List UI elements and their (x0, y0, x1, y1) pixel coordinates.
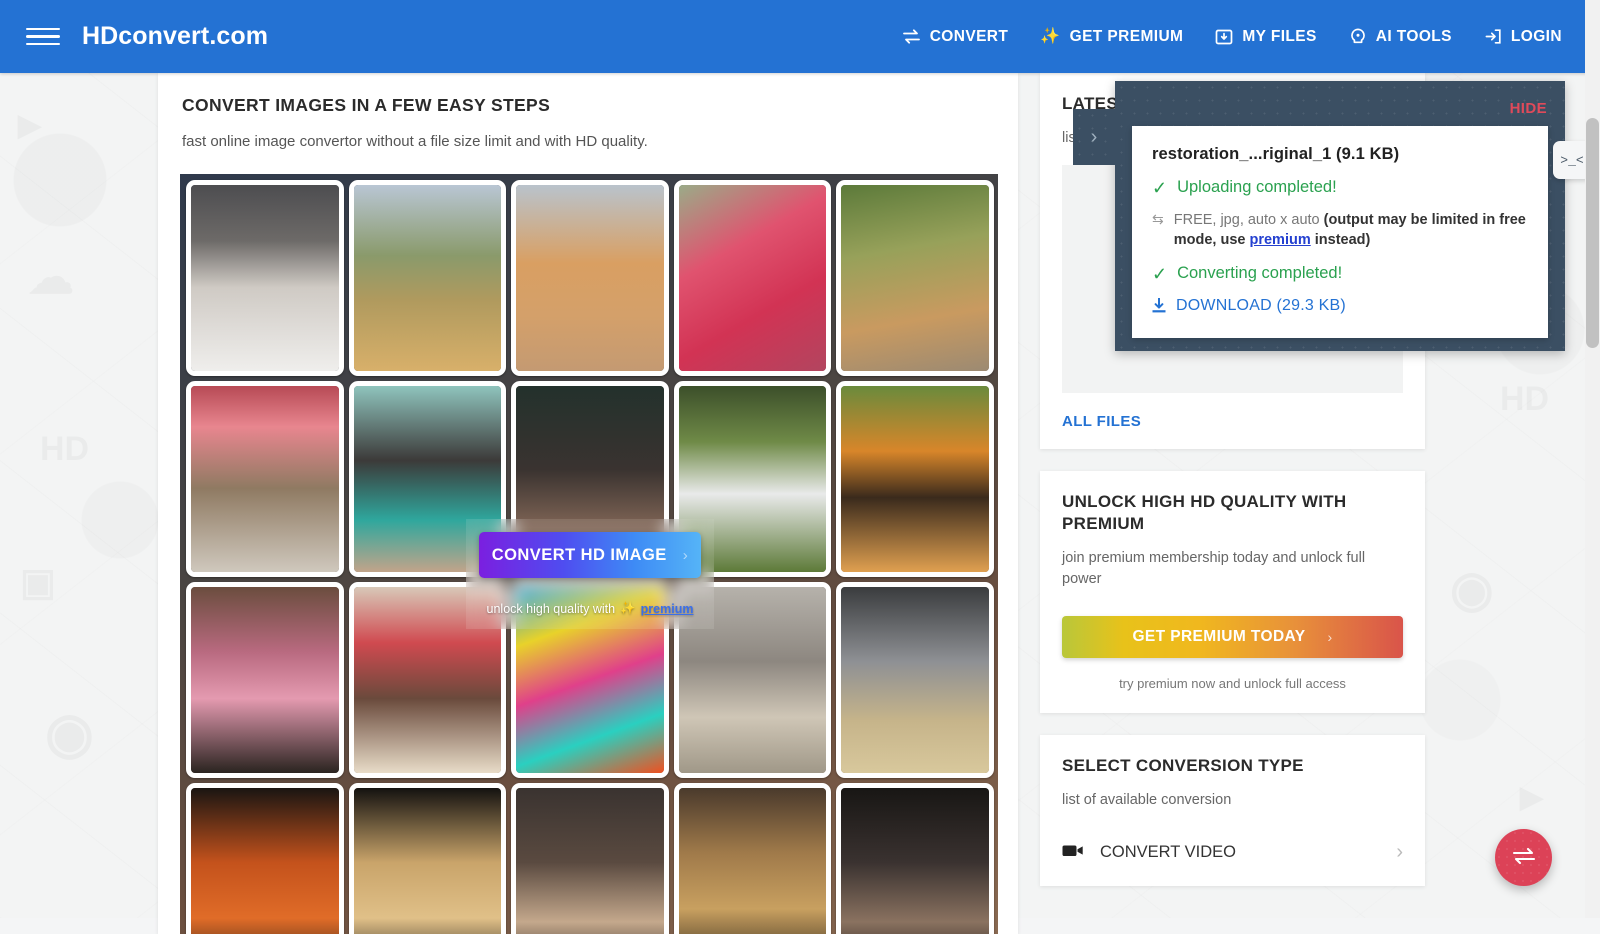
download-row[interactable]: DOWNLOAD (29.3 KB) (1152, 297, 1528, 318)
conversion-item-label: CONVERT VIDEO (1100, 843, 1380, 862)
conversion-type-title: SELECT CONVERSION TYPE (1062, 755, 1403, 777)
toast-detail-card: restoration_...riginal_1 (9.1 KB) ✓ Uplo… (1132, 126, 1548, 338)
convert-hd-image-label: CONVERT HD IMAGE (492, 546, 667, 565)
mosaic-photo[interactable] (674, 783, 832, 934)
video-camera-icon (1062, 843, 1084, 863)
mosaic-photo[interactable] (836, 582, 994, 778)
page-title: CONVERT IMAGES IN A FEW EASY STEPS (182, 95, 994, 116)
nav-login[interactable]: LOGIN (1468, 18, 1578, 56)
conversion-meta-text: FREE, jpg, auto x auto (output may be li… (1174, 211, 1528, 250)
chevron-right-icon: › (683, 547, 688, 564)
mosaic-photo[interactable] (186, 582, 344, 778)
upload-status-text: Uploading completed! (1177, 178, 1337, 197)
sparkle-icon: ✨ (1040, 29, 1060, 45)
conversion-type-desc: list of available conversion (1062, 790, 1403, 811)
mosaic-photo[interactable] (836, 783, 994, 934)
converted-filename: restoration_...riginal_1 (9.1 KB) (1152, 145, 1528, 164)
main-content-card: CONVERT IMAGES IN A FEW EASY STEPS fast … (158, 73, 1018, 934)
navigation-links: CONVERT ✨ GET PREMIUM MY FILES AI T (886, 18, 1578, 56)
premium-desc: join premium membership today and unlock… (1062, 548, 1403, 590)
conversion-meta-row: ⇆ FREE, jpg, auto x auto (output may be … (1152, 211, 1528, 250)
top-navigation-bar: HDconvert.com CONVERT ✨ GET PREMIUM MY F… (0, 0, 1600, 73)
convert-hd-image-button[interactable]: CONVERT HD IMAGE › (479, 532, 701, 578)
convert-status-row: ✓ Converting completed! (1152, 264, 1528, 283)
site-brand-logo[interactable]: HDconvert.com (82, 22, 268, 51)
toast-expand-chevron-right-icon[interactable]: › (1073, 109, 1115, 165)
image-mosaic-wrapper: CONVERT HD IMAGE › unlock high quality w… (180, 174, 998, 934)
main-header: CONVERT IMAGES IN A FEW EASY STEPS fast … (158, 73, 1018, 150)
nav-login-label: LOGIN (1511, 28, 1562, 46)
hide-toast-button[interactable]: HIDE (1510, 100, 1547, 117)
settings-swap-icon: ⇆ (1152, 211, 1164, 228)
mosaic-photo[interactable] (836, 180, 994, 376)
cta-subtext-prefix: unlock high quality with (487, 602, 616, 616)
check-icon: ✓ (1152, 179, 1167, 197)
all-files-link[interactable]: ALL FILES (1062, 413, 1141, 430)
nav-ai-tools-label: AI TOOLS (1376, 28, 1452, 46)
nav-convert-label: CONVERT (930, 28, 1009, 46)
convert-status-text: Converting completed! (1177, 264, 1342, 283)
ai-bulb-icon (1349, 28, 1367, 46)
mosaic-photo[interactable] (186, 783, 344, 934)
conversion-status-toast: › HIDE restoration_...riginal_1 (9.1 KB)… (1115, 81, 1565, 351)
swap-arrows-icon (1511, 846, 1537, 869)
mosaic-photo[interactable] (511, 180, 669, 376)
hamburger-menu-icon[interactable] (26, 20, 60, 54)
cta-premium-link[interactable]: premium (641, 602, 694, 616)
nav-convert[interactable]: CONVERT (886, 18, 1025, 56)
meta-bold-end: instead) (1315, 232, 1371, 248)
convert-cta-overlay: CONVERT HD IMAGE › unlock high quality w… (466, 519, 714, 629)
page-subtitle: fast online image convertor without a fi… (182, 133, 994, 150)
chevron-right-icon: › (1396, 841, 1403, 864)
meta-plain-text: FREE, jpg, auto x auto (1174, 212, 1320, 228)
conversion-item-convert-video[interactable]: CONVERT VIDEO › (1062, 841, 1403, 864)
mosaic-photo[interactable] (349, 783, 507, 934)
nav-ai-tools[interactable]: AI TOOLS (1333, 18, 1468, 56)
premium-note: try premium now and unlock full access (1062, 676, 1403, 691)
mosaic-photo[interactable] (349, 180, 507, 376)
page-scrollbar-track[interactable] (1585, 0, 1600, 918)
mosaic-photo[interactable] (674, 180, 832, 376)
premium-title: UNLOCK HIGH HD QUALITY WITH PREMIUM (1062, 491, 1403, 535)
sparkle-icon: ✨ (620, 601, 636, 616)
nav-my-files[interactable]: MY FILES (1199, 18, 1332, 56)
cta-subtext: unlock high quality with ✨ premium (487, 601, 694, 616)
mosaic-photo[interactable] (186, 180, 344, 376)
mosaic-photo[interactable] (511, 783, 669, 934)
login-arrow-icon (1484, 28, 1502, 45)
get-premium-today-label: GET PREMIUM TODAY (1132, 628, 1305, 646)
check-icon: ✓ (1152, 265, 1167, 283)
mosaic-photo[interactable] (186, 381, 344, 577)
mosaic-photo[interactable] (836, 381, 994, 577)
upload-status-row: ✓ Uploading completed! (1152, 178, 1528, 197)
nav-get-premium[interactable]: ✨ GET PREMIUM (1024, 18, 1199, 56)
get-premium-today-button[interactable]: GET PREMIUM TODAY › (1062, 616, 1403, 658)
meta-premium-link[interactable]: premium (1249, 232, 1310, 248)
page-scrollbar-thumb[interactable] (1586, 118, 1599, 348)
premium-upsell-card: UNLOCK HIGH HD QUALITY WITH PREMIUM join… (1040, 471, 1425, 713)
download-link[interactable]: DOWNLOAD (29.3 KB) (1176, 297, 1346, 315)
nav-get-premium-label: GET PREMIUM (1070, 28, 1184, 46)
chevron-right-icon: › (1327, 629, 1332, 645)
convert-arrows-icon (902, 29, 921, 44)
swap-conversion-fab-button[interactable] (1495, 829, 1552, 886)
download-icon (1152, 298, 1166, 318)
folder-download-icon (1215, 28, 1233, 45)
nav-my-files-label: MY FILES (1242, 28, 1316, 46)
select-conversion-type-card: SELECT CONVERSION TYPE list of available… (1040, 735, 1425, 886)
